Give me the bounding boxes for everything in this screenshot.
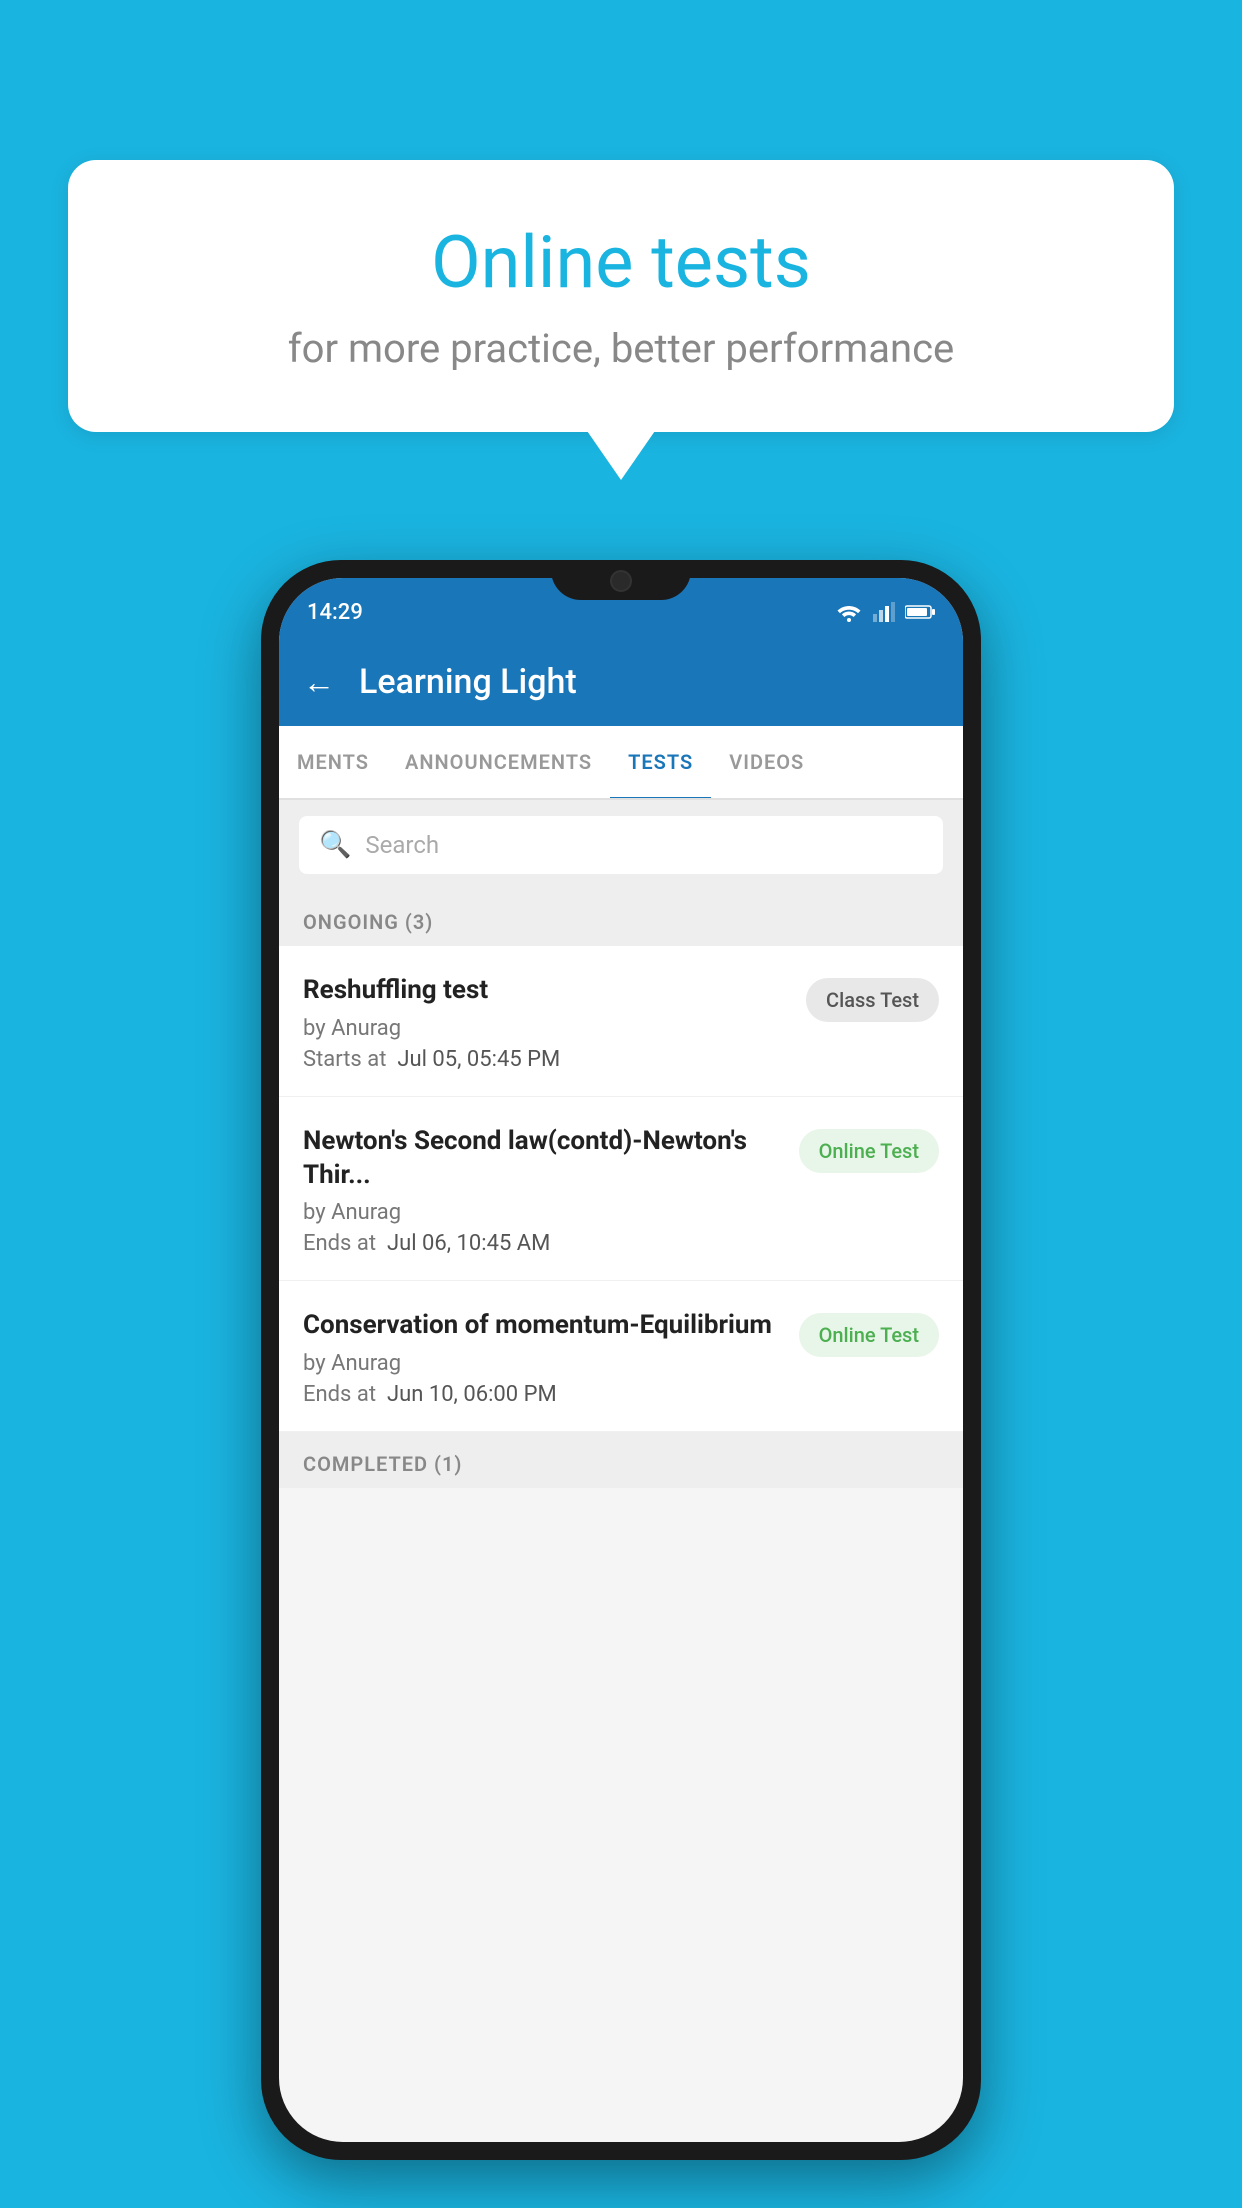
wifi-icon [835, 602, 863, 622]
phone-wrapper: 14:29 [261, 560, 981, 2160]
tab-tests[interactable]: TESTS [610, 726, 711, 798]
completed-section-header: COMPLETED (1) [279, 1432, 963, 1488]
app-title: Learning Light [359, 662, 577, 702]
bubble-title: Online tests [118, 220, 1124, 305]
test-time-2: Ends at Jul 06, 10:45 AM [303, 1231, 783, 1256]
test-time-3: Ends at Jun 10, 06:00 PM [303, 1382, 783, 1407]
status-time: 14:29 [307, 600, 363, 625]
test-author-3: by Anurag [303, 1351, 783, 1376]
ongoing-section-header: ONGOING (3) [279, 890, 963, 946]
test-name-1: Reshuffling test [303, 974, 790, 1008]
phone-frame: 14:29 [261, 560, 981, 2160]
back-button[interactable]: ← [303, 663, 335, 701]
speech-bubble-container: Online tests for more practice, better p… [68, 160, 1174, 432]
ongoing-section-title: ONGOING (3) [303, 910, 433, 934]
battery-icon [905, 603, 935, 621]
search-icon: 🔍 [319, 830, 351, 860]
test-badge-3: Online Test [799, 1313, 939, 1357]
test-info-1: Reshuffling test by Anurag Starts at Jul… [303, 974, 790, 1072]
test-badge-1: Class Test [806, 978, 939, 1022]
tab-videos[interactable]: VIDEOS [711, 726, 822, 798]
search-placeholder: Search [365, 831, 439, 859]
tab-ments[interactable]: MENTS [279, 726, 387, 798]
test-info-2: Newton's Second law(contd)-Newton's Thir… [303, 1125, 783, 1257]
test-item-3[interactable]: Conservation of momentum-Equilibrium by … [279, 1281, 963, 1432]
test-item-1[interactable]: Reshuffling test by Anurag Starts at Jul… [279, 946, 963, 1097]
test-time-1: Starts at Jul 05, 05:45 PM [303, 1047, 790, 1072]
completed-section-title: COMPLETED (1) [303, 1452, 462, 1476]
phone-notch [551, 560, 691, 600]
tabs-container: MENTS ANNOUNCEMENTS TESTS VIDEOS [279, 726, 963, 800]
test-item-2[interactable]: Newton's Second law(contd)-Newton's Thir… [279, 1097, 963, 1282]
signal-icon [873, 602, 895, 622]
test-name-2: Newton's Second law(contd)-Newton's Thir… [303, 1125, 783, 1193]
search-box[interactable]: 🔍 Search [299, 816, 943, 874]
tab-announcements[interactable]: ANNOUNCEMENTS [387, 726, 610, 798]
test-badge-2: Online Test [799, 1129, 939, 1173]
camera-icon [610, 570, 632, 592]
status-icons [835, 602, 935, 622]
speech-bubble: Online tests for more practice, better p… [68, 160, 1174, 432]
search-container: 🔍 Search [279, 800, 963, 890]
phone-screen: 14:29 [279, 578, 963, 2142]
app-bar: ← Learning Light [279, 638, 963, 726]
test-author-1: by Anurag [303, 1016, 790, 1041]
test-list: Reshuffling test by Anurag Starts at Jul… [279, 946, 963, 1432]
bubble-subtitle: for more practice, better performance [118, 325, 1124, 372]
test-name-3: Conservation of momentum-Equilibrium [303, 1309, 783, 1343]
test-info-3: Conservation of momentum-Equilibrium by … [303, 1309, 783, 1407]
test-author-2: by Anurag [303, 1200, 783, 1225]
